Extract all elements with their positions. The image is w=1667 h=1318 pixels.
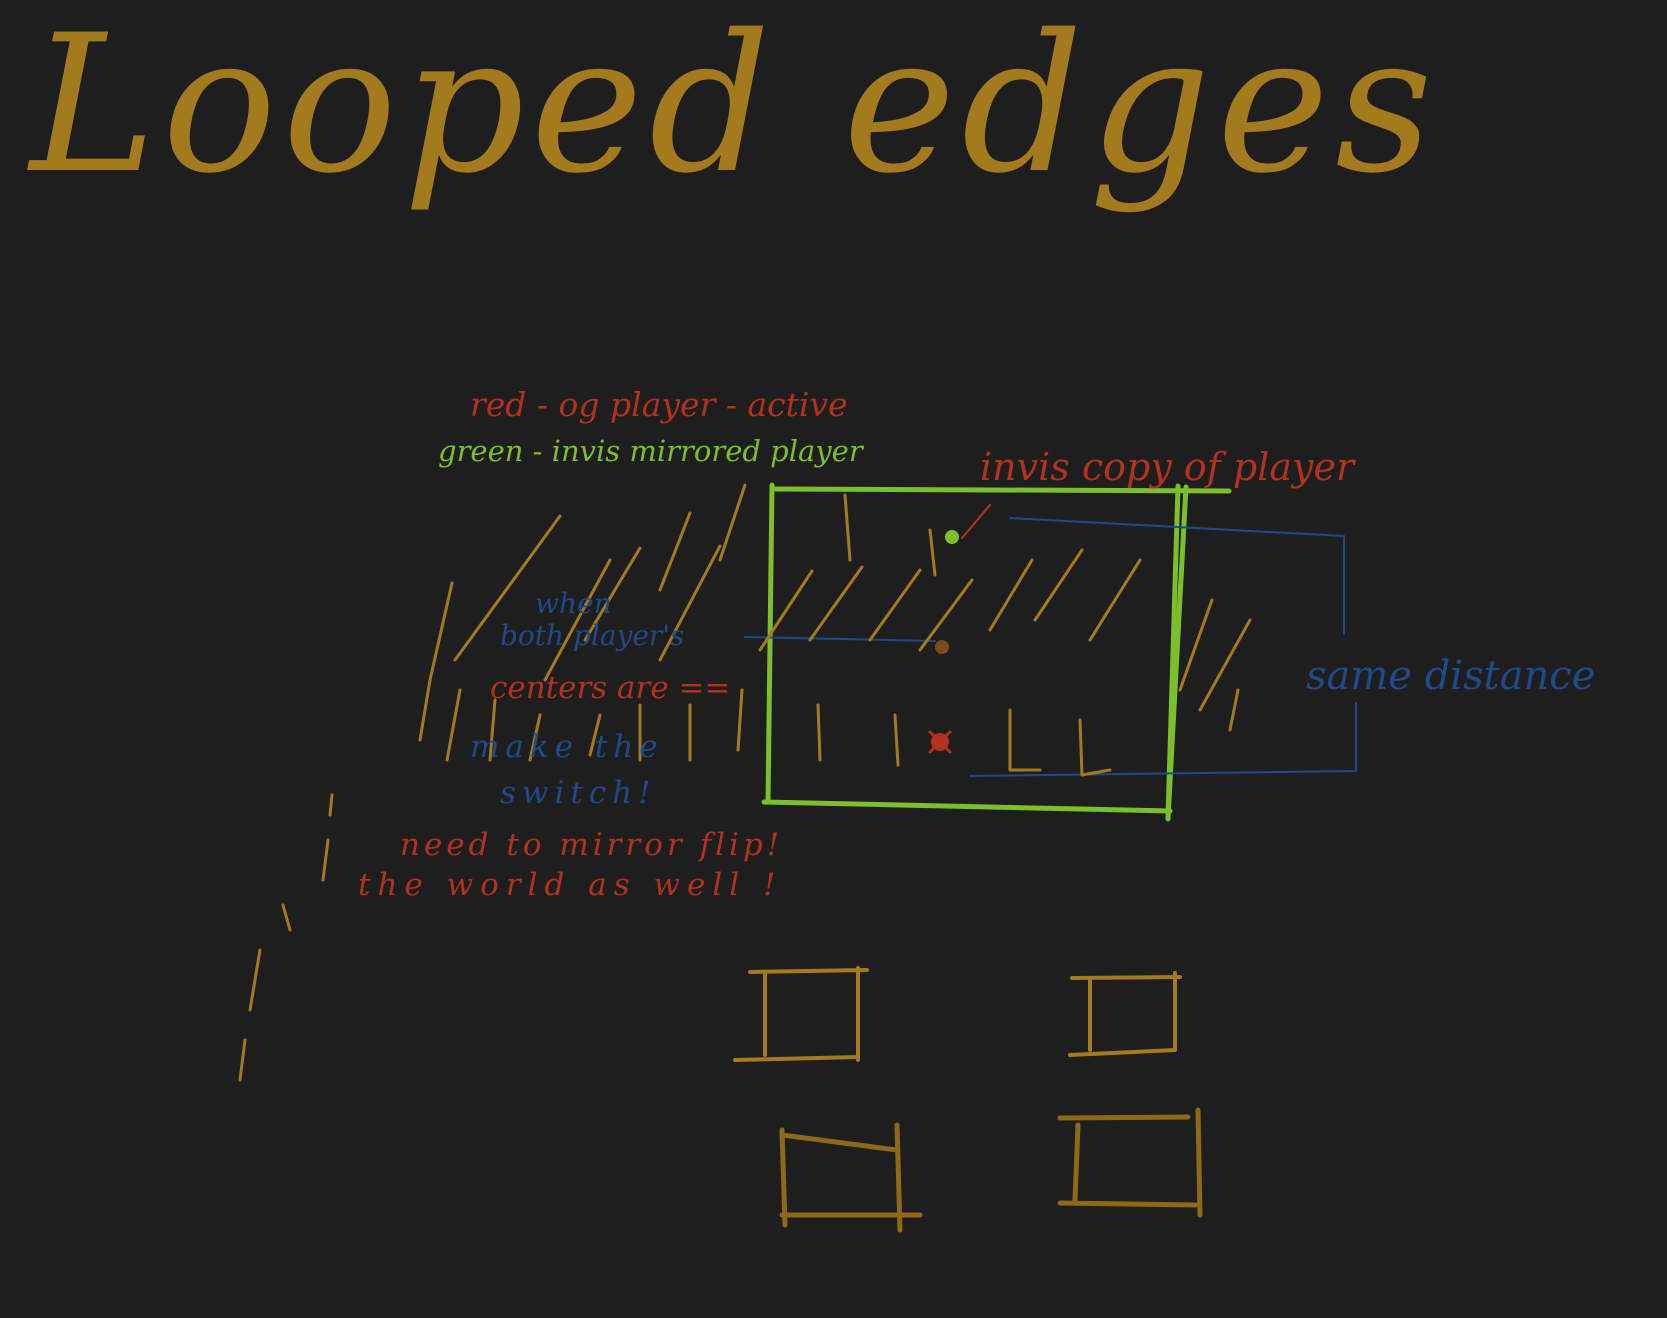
- terrain-stroke: [328, 793, 334, 817]
- terrain-stroke: [445, 688, 462, 762]
- terrain-stroke: [808, 565, 864, 642]
- terrain-stroke: [893, 713, 900, 767]
- terrain-stroke: [238, 1038, 247, 1082]
- switch-note-line: centers are ==: [490, 670, 731, 706]
- terrain-stroke: [928, 528, 937, 577]
- terrain-stroke: [868, 568, 922, 642]
- mirror-box-bottom-right: [1057, 1107, 1203, 1218]
- center-dot: [935, 640, 949, 654]
- terrain-stroke: [843, 493, 852, 562]
- terrain-stroke: [1178, 598, 1214, 692]
- mirror-box-bottom-left: [779, 1122, 923, 1233]
- terrain-stroke: [1228, 688, 1240, 732]
- legend-green-label: green - invis mirrored player: [438, 434, 863, 468]
- terrain-stroke: [1033, 548, 1084, 622]
- terrain-stroke: [248, 948, 262, 1012]
- terrain-stroke: [988, 558, 1034, 632]
- switch-note-line: switch!: [500, 775, 657, 811]
- switch-note-line: make the: [470, 729, 664, 765]
- terrain-stroke: [1198, 618, 1252, 712]
- terrain-stroke: [281, 903, 292, 932]
- terrain-stroke: [736, 688, 744, 752]
- terrain-stroke: [418, 678, 432, 742]
- mirror-warning-line: need to mirror flip!: [400, 827, 784, 863]
- terrain-stroke: [321, 838, 330, 882]
- terrain-stroke: [1088, 558, 1142, 642]
- world-frame: [761, 482, 1232, 822]
- mirror-box-top-left: [733, 966, 869, 1062]
- terrain-stroke: [1008, 708, 1042, 772]
- copy-pointer: [961, 504, 991, 539]
- page-title: Looped edges: [30, 0, 1439, 215]
- terrain-stroke: [1078, 718, 1112, 777]
- terrain-stroke: [718, 483, 747, 562]
- same-distance-label: same distance: [1306, 653, 1596, 699]
- terrain-stroke: [658, 511, 692, 592]
- terrain-stroke: [816, 703, 822, 762]
- terrain-stroke: [918, 578, 974, 652]
- distance-bracket-bottom: [969, 702, 1357, 777]
- red-player-dot: [931, 733, 949, 751]
- green-player-dot: [945, 530, 959, 544]
- mirror-box-top-right: [1068, 971, 1182, 1057]
- invisible-copy-label: invis copy of player: [980, 445, 1355, 489]
- mirror-warning-line: the world as well !: [358, 867, 783, 903]
- switch-note-line: both player's: [500, 619, 685, 652]
- center-line: [744, 636, 936, 642]
- legend-red-label: red - og player - active: [470, 385, 848, 424]
- terrain-stroke: [428, 581, 454, 682]
- switch-note-line: when: [535, 587, 612, 620]
